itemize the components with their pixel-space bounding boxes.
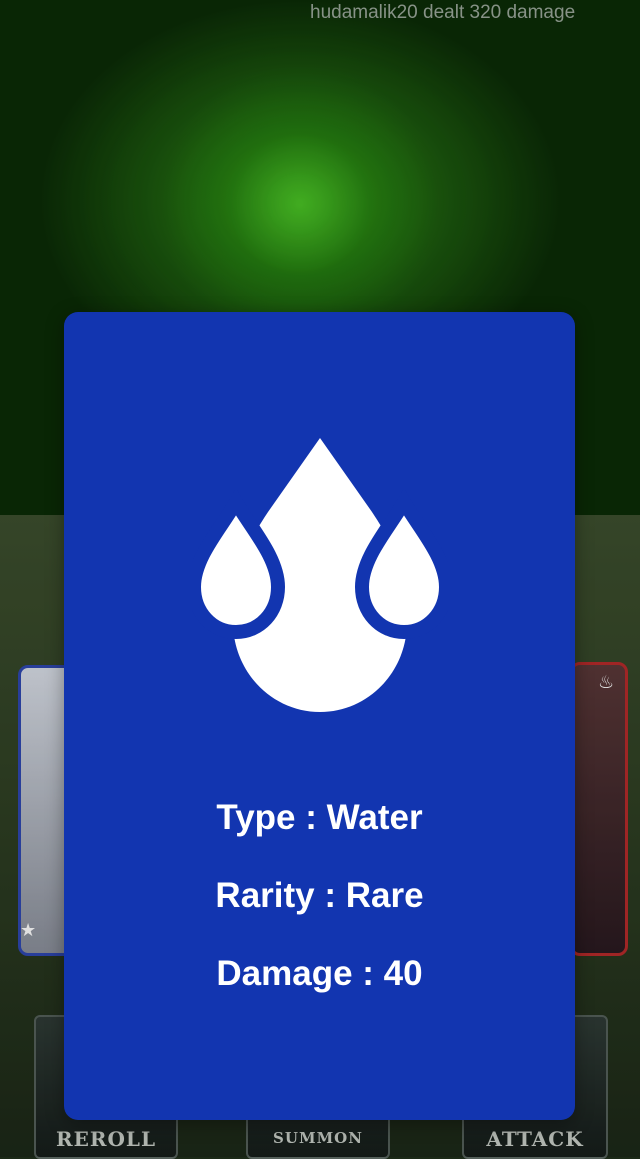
card-damage: Damage : 40 bbox=[216, 954, 423, 993]
card-type: Type : Water bbox=[216, 798, 423, 837]
card-stats: Type : Water Rarity : Rare Damage : 40 bbox=[64, 797, 575, 1031]
card-rarity: Rarity : Rare bbox=[215, 876, 424, 915]
water-drops-icon bbox=[192, 438, 448, 712]
card-detail-modal[interactable]: Type : Water Rarity : Rare Damage : 40 bbox=[64, 312, 575, 1120]
